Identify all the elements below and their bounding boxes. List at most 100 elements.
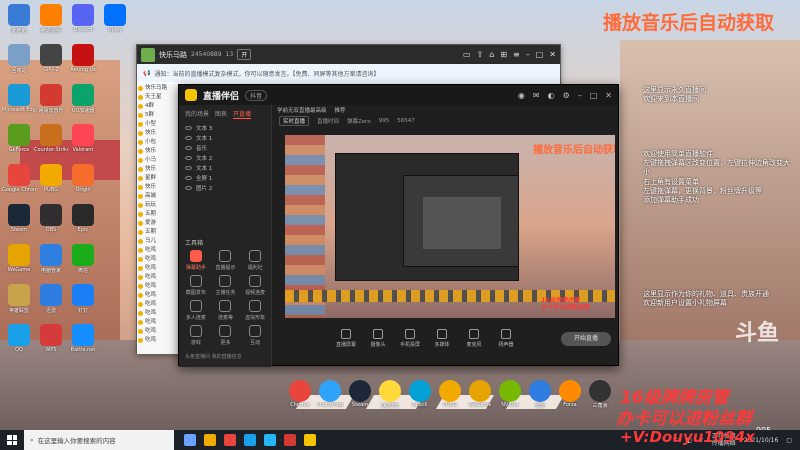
avatar[interactable] xyxy=(141,47,155,62)
list-item[interactable]: 快乐 xyxy=(137,183,180,192)
list-item[interactable]: 星群 xyxy=(137,174,180,183)
taskbar-app-icon[interactable] xyxy=(204,434,216,446)
tab-0[interactable]: 我的场景 xyxy=(185,109,209,119)
desktop-icon[interactable]: 迅雷 xyxy=(34,284,68,314)
list-item[interactable]: 吃鸡 xyxy=(137,291,180,300)
source-button[interactable]: 直播屏幕 xyxy=(335,328,357,348)
desktop-icon[interactable]: WeGame xyxy=(2,244,36,273)
eye-icon[interactable] xyxy=(185,126,192,130)
desktop-icon[interactable]: Microsoft Edge xyxy=(2,84,36,113)
list-item[interactable]: 吃鸡 xyxy=(137,327,180,336)
layer-item[interactable]: 文本 1 xyxy=(179,163,271,173)
footer-note[interactable]: 头条直播间 我的直播信息 xyxy=(185,353,242,360)
list-item[interactable]: 吃鸡 xyxy=(137,309,180,318)
desktop-icon[interactable]: Among Us xyxy=(66,44,100,73)
source-button[interactable]: 扬声器 xyxy=(495,328,517,348)
taskbar-app-icon[interactable] xyxy=(224,434,236,446)
platform-tag[interactable]: 抖音 xyxy=(245,89,268,101)
list-item[interactable]: 吃鸡 xyxy=(137,336,180,345)
list-item[interactable]: 吃鸡 xyxy=(137,318,180,327)
list-item[interactable]: 马儿 xyxy=(137,237,180,246)
message-icon[interactable]: ✉ xyxy=(533,91,540,100)
close-icon[interactable]: ✕ xyxy=(605,91,612,100)
tool-button[interactable]: 更多 xyxy=(211,325,241,346)
eye-icon[interactable] xyxy=(185,186,192,190)
layer-item[interactable]: 文本 2 xyxy=(179,153,271,163)
desktop-icon[interactable]: Bilibili xyxy=(406,380,434,408)
list-item[interactable]: 快乐 xyxy=(137,129,180,138)
list-item[interactable]: 5群 xyxy=(137,111,180,120)
share-icon[interactable]: ⇪ xyxy=(477,50,484,59)
stream-app-window[interactable]: 直播伴侣 抖音 ◉ ✉ ◐ ⚙ – □ ✕ 我的场景 图表 开直播 文本 3 文本 1… xyxy=(178,84,619,367)
desktop-icon[interactable]: 网易云音乐 xyxy=(34,84,68,114)
tab-1[interactable]: 图表 xyxy=(215,109,227,119)
maximize-icon[interactable]: □ xyxy=(536,50,544,59)
desktop-icon[interactable]: Steam xyxy=(2,204,36,233)
desktop-icon[interactable]: Photoshop xyxy=(316,380,344,408)
skin-icon[interactable]: ◐ xyxy=(548,91,555,100)
source-button[interactable]: 摄像头 xyxy=(367,328,389,348)
desktop-icon[interactable]: 电脑管家 xyxy=(34,244,68,274)
desktop-icon[interactable]: 腾讯视频 xyxy=(34,4,68,34)
desktop-icon[interactable]: 微信 xyxy=(66,244,100,274)
list-item[interactable]: 小型 xyxy=(137,120,180,129)
desktop-icon[interactable]: WPS xyxy=(34,324,68,353)
tool-button[interactable]: 连麦等 xyxy=(211,300,241,321)
list-item[interactable]: 五期 xyxy=(137,228,180,237)
taskbar-app-icon[interactable] xyxy=(184,434,196,446)
tool-button[interactable]: 截图发布 xyxy=(181,275,211,296)
taskbar-app-icon[interactable] xyxy=(264,434,276,446)
chat-window-titlebar[interactable]: 快乐马路 24540889 13 开 ▭ ⇪ ⌂ ⊞ ≡ – □ ✕ xyxy=(137,45,560,64)
list-item[interactable]: 吃鸡 xyxy=(137,282,180,291)
list-item[interactable]: 爱游 xyxy=(137,219,180,228)
list-item[interactable]: 快乐 xyxy=(137,147,180,156)
menu-icon[interactable]: ≡ xyxy=(513,50,520,59)
tool-button[interactable]: 虚拟形象 xyxy=(240,300,270,321)
list-item[interactable]: 吃鸡 xyxy=(137,300,180,309)
tool-button[interactable]: 游戏 xyxy=(181,325,211,346)
profile-icon[interactable]: ◉ xyxy=(518,91,525,100)
source-button[interactable]: 手机投屏 xyxy=(399,328,421,348)
room-title[interactable]: 学前无双直播最高级 xyxy=(277,106,327,114)
desktop-icon[interactable]: Counter-Strike xyxy=(34,124,68,153)
desktop-icon[interactable]: QQ xyxy=(2,324,36,353)
maximize-icon[interactable]: □ xyxy=(590,91,598,100)
list-item[interactable]: 天王星 xyxy=(137,93,180,102)
desktop-icon[interactable]: 英雄联盟 xyxy=(2,284,36,314)
desktop-icon[interactable]: Steam xyxy=(346,380,374,408)
stream-preview[interactable]: 播放音乐后自动获取 16级牌牌房管 办卡可以进粉丝群 xyxy=(285,135,615,318)
eye-icon[interactable] xyxy=(185,176,192,180)
eye-icon[interactable] xyxy=(185,166,192,170)
desktop-icon[interactable]: Google Chrome xyxy=(2,164,36,193)
taskbar-app-icon[interactable] xyxy=(284,434,296,446)
taskbar-app-icon[interactable] xyxy=(244,434,256,446)
video-icon[interactable]: ▭ xyxy=(463,50,471,59)
list-item[interactable]: 吃鸡 xyxy=(137,273,180,282)
list-item[interactable]: 快乐马路 xyxy=(137,84,180,93)
desktop-icon[interactable]: 迅雷 xyxy=(526,380,554,409)
desktop-icon[interactable]: PUBG xyxy=(436,380,464,408)
taskbar-search[interactable]: ⌕ 在这里输入你要搜索的内容 xyxy=(24,430,174,450)
notification-icon[interactable]: ▢ xyxy=(786,437,792,444)
taskbar-app-icon[interactable] xyxy=(304,434,316,446)
list-item[interactable]: 高端 xyxy=(137,192,180,201)
layer-item[interactable]: 音乐 xyxy=(179,143,271,153)
desktop-icon[interactable]: 钉钉 xyxy=(66,284,100,314)
desktop-icon[interactable]: UU加速器 xyxy=(66,84,100,114)
desktop-icon[interactable]: Discord xyxy=(66,4,100,33)
desktop-icon[interactable]: WeGame xyxy=(466,380,494,408)
desktop-icon[interactable]: PUBG xyxy=(34,164,68,193)
desktop-icon[interactable]: Forza xyxy=(556,380,584,408)
desktop-icon[interactable]: OBS xyxy=(34,204,68,233)
home-icon[interactable]: ⌂ xyxy=(489,50,494,59)
list-item[interactable]: 吃鸡 xyxy=(137,255,180,264)
list-item[interactable]: 吃鸡 xyxy=(137,264,180,273)
tab-2[interactable]: 开直播 xyxy=(233,109,252,119)
desktop-icon[interactable]: 回收站 xyxy=(2,44,36,74)
desktop-icon[interactable]: 此电脑 xyxy=(2,4,36,34)
tool-button[interactable]: 多人连麦 xyxy=(181,300,211,321)
source-button[interactable]: 麦克风 xyxy=(463,328,485,348)
tool-button[interactable]: 福利社 xyxy=(240,250,270,271)
list-item[interactable]: 吃鸡 xyxy=(137,246,180,255)
desktop-icon[interactable]: Battle.net xyxy=(66,324,100,353)
